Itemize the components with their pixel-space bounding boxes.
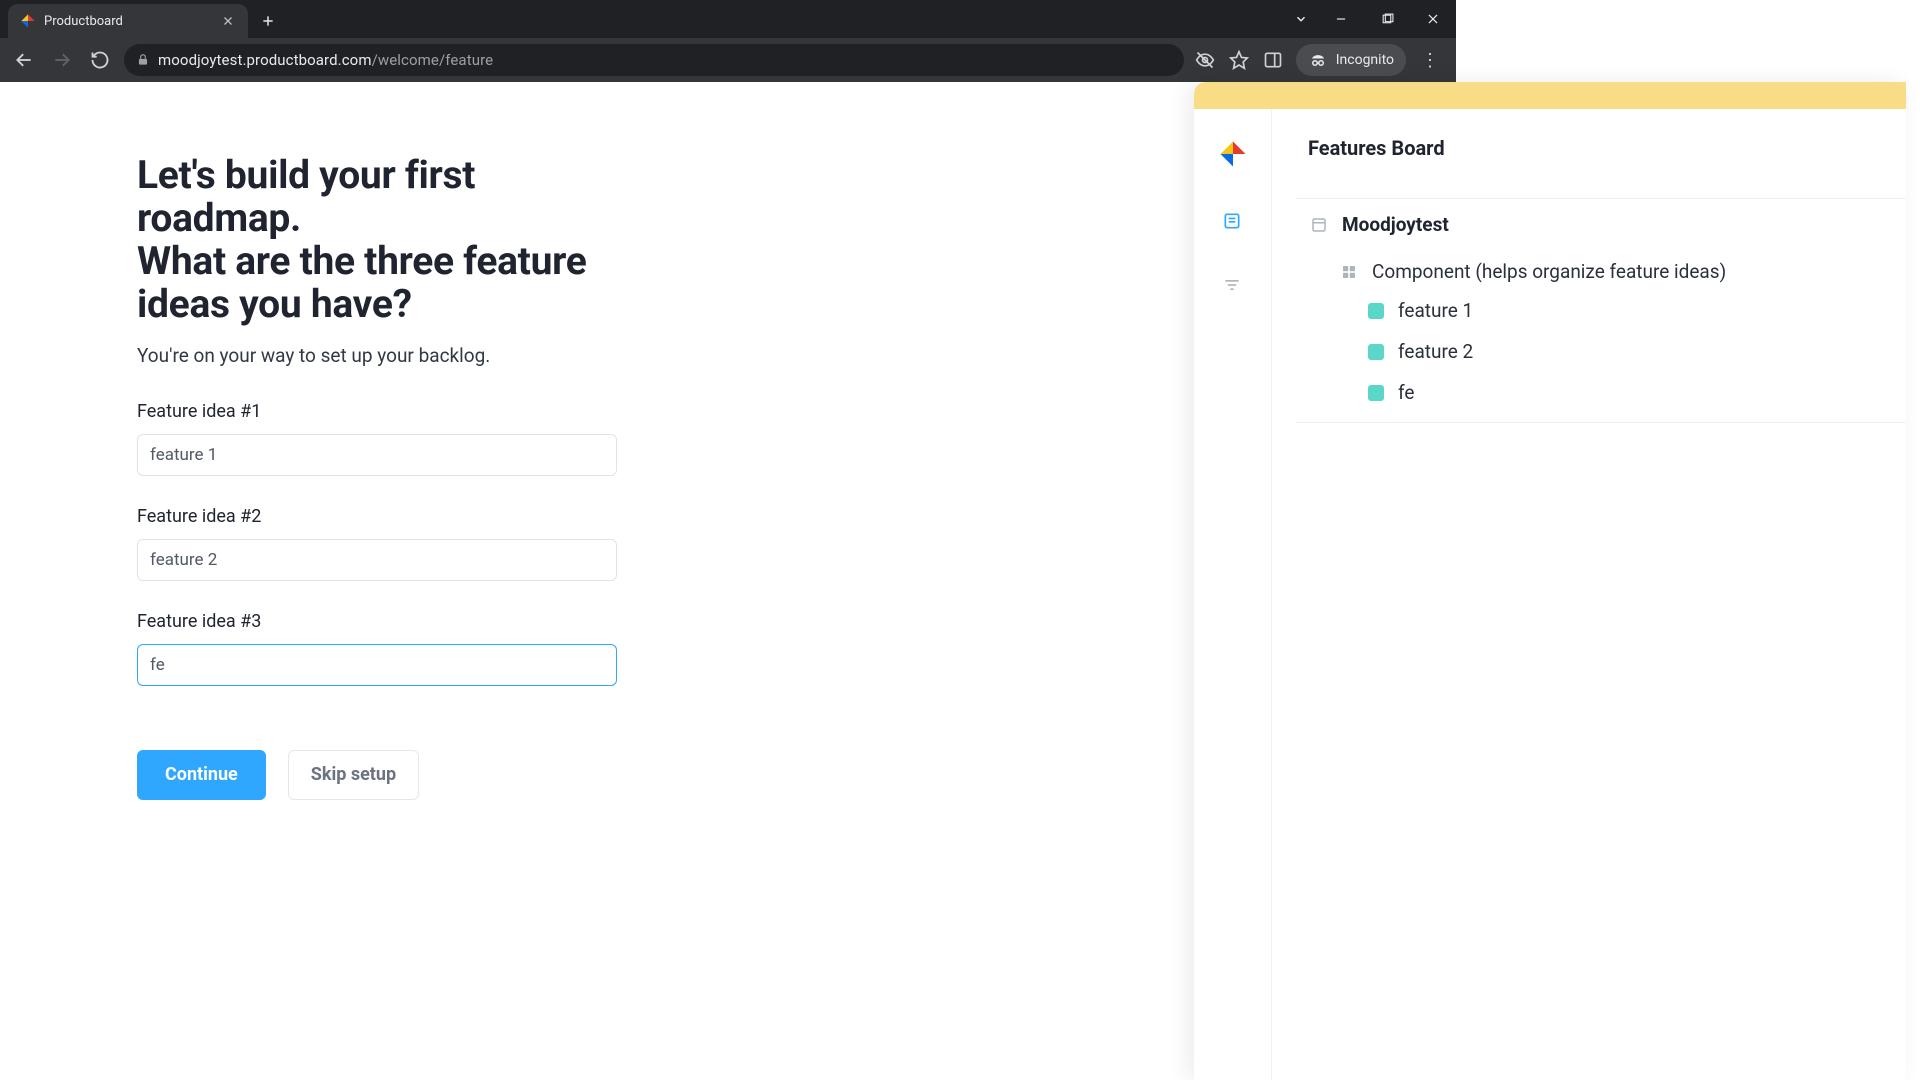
feature-chip-icon: [1368, 303, 1384, 319]
tab-search-icon[interactable]: [1284, 3, 1318, 35]
browser-toolbar: moodjoytest.productboard.com/welcome/fea…: [0, 38, 1456, 82]
continue-button[interactable]: Continue: [137, 750, 266, 800]
preview-body: Features Board Moodjoytest Component (he…: [1194, 109, 1906, 1080]
window-controls: [1284, 0, 1456, 38]
input-feature-2[interactable]: [137, 539, 617, 581]
preview-accent-bar: [1194, 82, 1906, 109]
field-feature-3: Feature idea #3: [137, 611, 634, 686]
page-subtext: You're on your way to set up your backlo…: [137, 344, 634, 367]
preview-rail: [1194, 109, 1272, 1080]
toolbar-right-icons: Incognito ⋮: [1194, 44, 1446, 76]
component-label: Component (helps organize feature ideas): [1372, 260, 1726, 283]
input-feature-1[interactable]: [137, 434, 617, 476]
reload-button[interactable]: [86, 46, 114, 74]
button-row: Continue Skip setup: [137, 750, 634, 800]
tab-strip: Productboard: [0, 0, 1456, 38]
feature-name: fe: [1398, 381, 1414, 404]
filter-lines-icon[interactable]: [1222, 275, 1244, 297]
tab-title: Productboard: [44, 14, 212, 29]
back-button[interactable]: [10, 46, 38, 74]
feature-item[interactable]: fe: [1368, 381, 1906, 404]
field-feature-2: Feature idea #2: [137, 506, 634, 581]
label-feature-2: Feature idea #2: [137, 506, 634, 527]
field-feature-1: Feature idea #1: [137, 401, 634, 476]
board-card: Moodjoytest Component (helps organize fe…: [1296, 198, 1906, 423]
lock-icon: [136, 53, 150, 67]
heading-line-1: Let's build your first roadmap.: [137, 152, 475, 241]
url-path: /welcome/feature: [372, 51, 494, 69]
preview-panel: Features Board Moodjoytest Component (he…: [1194, 82, 1906, 1080]
label-feature-1: Feature idea #1: [137, 401, 634, 422]
url-text: moodjoytest.productboard.com/welcome/fea…: [158, 51, 493, 69]
heading-line-2: What are the three feature ideas you hav…: [137, 238, 587, 327]
feature-list: feature 1 feature 2 fe: [1296, 293, 1906, 422]
eye-off-icon[interactable]: [1194, 49, 1216, 71]
project-icon: [1310, 216, 1328, 234]
url-host: moodjoytest.productboard.com: [158, 51, 372, 69]
component-icon: [1340, 263, 1358, 281]
new-tab-button[interactable]: [254, 7, 282, 35]
star-icon[interactable]: [1228, 49, 1250, 71]
feature-chip-icon: [1368, 385, 1384, 401]
feature-chip-icon: [1368, 344, 1384, 360]
board-icon[interactable]: [1222, 211, 1244, 233]
feature-name: feature 1: [1398, 299, 1473, 322]
feature-item[interactable]: feature 1: [1368, 299, 1906, 322]
window-maximize-button[interactable]: [1364, 3, 1410, 35]
browser-tab[interactable]: Productboard: [8, 4, 248, 38]
feature-item[interactable]: feature 2: [1368, 340, 1906, 363]
side-panel-icon[interactable]: [1262, 49, 1284, 71]
productboard-favicon-icon: [20, 13, 36, 29]
productboard-logo-icon: [1218, 139, 1248, 169]
input-feature-3[interactable]: [137, 644, 617, 686]
browser-chrome: Productboard: [0, 0, 1456, 82]
address-bar[interactable]: moodjoytest.productboard.com/welcome/fea…: [124, 44, 1184, 76]
skip-setup-button[interactable]: Skip setup: [288, 750, 419, 800]
window-close-button[interactable]: [1410, 3, 1456, 35]
page-viewport: Let's build your first roadmap. What are…: [0, 82, 1920, 1080]
preview-main: Features Board Moodjoytest Component (he…: [1272, 109, 1906, 1080]
incognito-icon: [1308, 50, 1328, 70]
project-name: Moodjoytest: [1342, 213, 1449, 236]
incognito-label: Incognito: [1336, 52, 1394, 68]
forward-button[interactable]: [48, 46, 76, 74]
onboarding-form: Let's build your first roadmap. What are…: [0, 82, 730, 1080]
label-feature-3: Feature idea #3: [137, 611, 634, 632]
preview-title: Features Board: [1272, 109, 1906, 160]
project-row[interactable]: Moodjoytest: [1296, 199, 1906, 250]
component-row[interactable]: Component (helps organize feature ideas): [1296, 250, 1906, 293]
kebab-menu-icon[interactable]: ⋮: [1418, 50, 1442, 71]
close-tab-icon[interactable]: [220, 13, 236, 29]
window-minimize-button[interactable]: [1318, 3, 1364, 35]
page-heading: Let's build your first roadmap. What are…: [137, 154, 634, 326]
incognito-chip[interactable]: Incognito: [1296, 44, 1406, 76]
feature-name: feature 2: [1398, 340, 1473, 363]
